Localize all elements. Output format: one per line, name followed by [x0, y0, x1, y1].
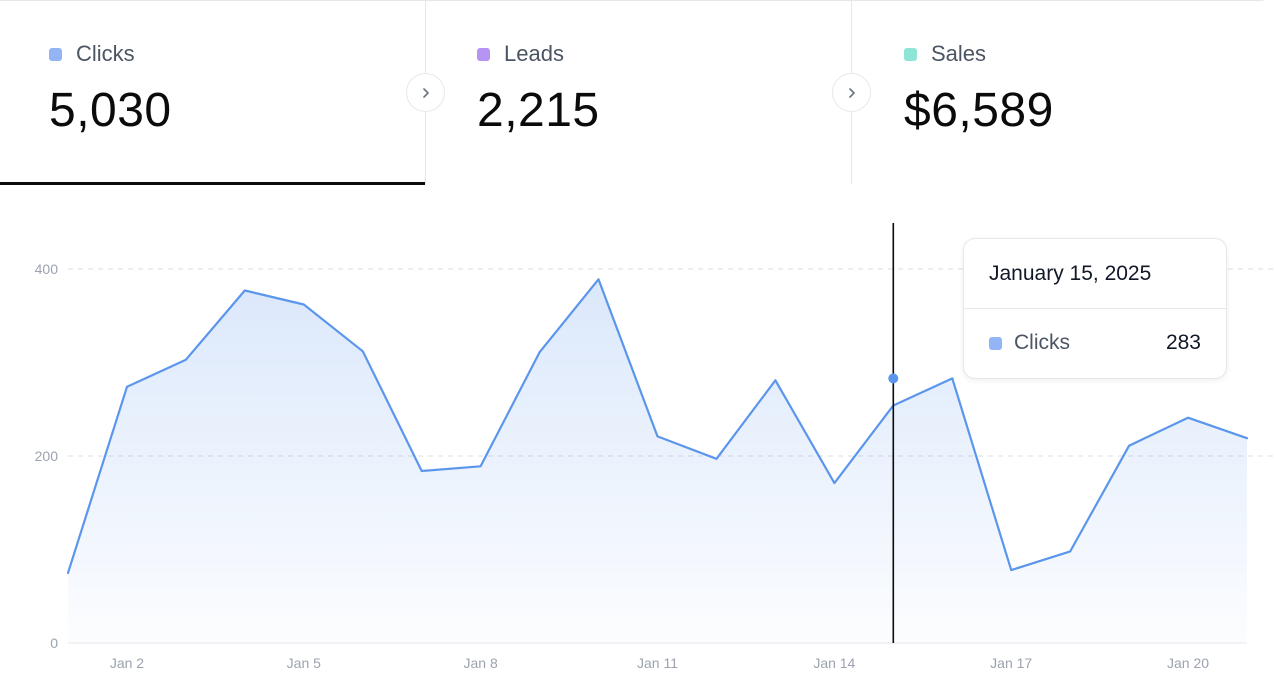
hover-point: [888, 373, 899, 384]
tab-sales-label: Sales: [931, 41, 987, 66]
tab-leads-header: Leads: [477, 41, 564, 67]
y-tick-label: 400: [35, 261, 59, 277]
tooltip-swatch-icon: [989, 336, 1002, 350]
x-tick-label: Jan 5: [287, 655, 321, 671]
tab-clicks-label: Clicks: [76, 41, 135, 66]
tab-sales[interactable]: Sales $6,589: [852, 1, 1274, 184]
tab-sales-header: Sales: [904, 41, 986, 67]
tab-clicks-header: Clicks: [49, 41, 135, 67]
tab-leads-label: Leads: [504, 41, 564, 66]
tab-leads-value: 2,215: [477, 84, 600, 137]
tooltip-date: January 15, 2025: [989, 262, 1152, 285]
sales-swatch-icon: [904, 47, 917, 61]
tooltip-series-label: Clicks: [1014, 331, 1070, 354]
y-tick-label: 0: [50, 635, 58, 651]
tab-clicks-value: 5,030: [49, 84, 172, 137]
tab-sales-value: $6,589: [904, 84, 1054, 137]
metric-tabs: Clicks 5,030 Leads 2,215 Sales $6,589: [0, 0, 1274, 185]
tab-leads[interactable]: Leads 2,215: [426, 1, 871, 184]
tab-clicks[interactable]: Clicks 5,030: [0, 1, 445, 185]
chevron-right-icon: [422, 87, 429, 98]
tooltip-row: Clicks 283: [989, 331, 1201, 355]
x-tick-label: Jan 20: [1167, 655, 1209, 671]
tooltip-divider: [964, 308, 1226, 309]
next-arrow-button[interactable]: [832, 73, 871, 112]
chart-tooltip: January 15, 2025 Clicks 283: [963, 238, 1227, 379]
clicks-swatch-icon: [49, 47, 62, 61]
y-tick-label: 200: [35, 448, 59, 464]
x-tick-label: Jan 8: [464, 655, 498, 671]
x-tick-label: Jan 11: [637, 655, 678, 671]
x-tick-label: Jan 17: [990, 655, 1032, 671]
next-arrow-button[interactable]: [406, 73, 445, 112]
x-tick-label: Jan 2: [110, 655, 144, 671]
x-tick-label: Jan 14: [813, 655, 855, 671]
tooltip-value: 283: [1165, 331, 1201, 354]
chevron-right-icon: [848, 87, 855, 98]
leads-swatch-icon: [477, 47, 490, 61]
